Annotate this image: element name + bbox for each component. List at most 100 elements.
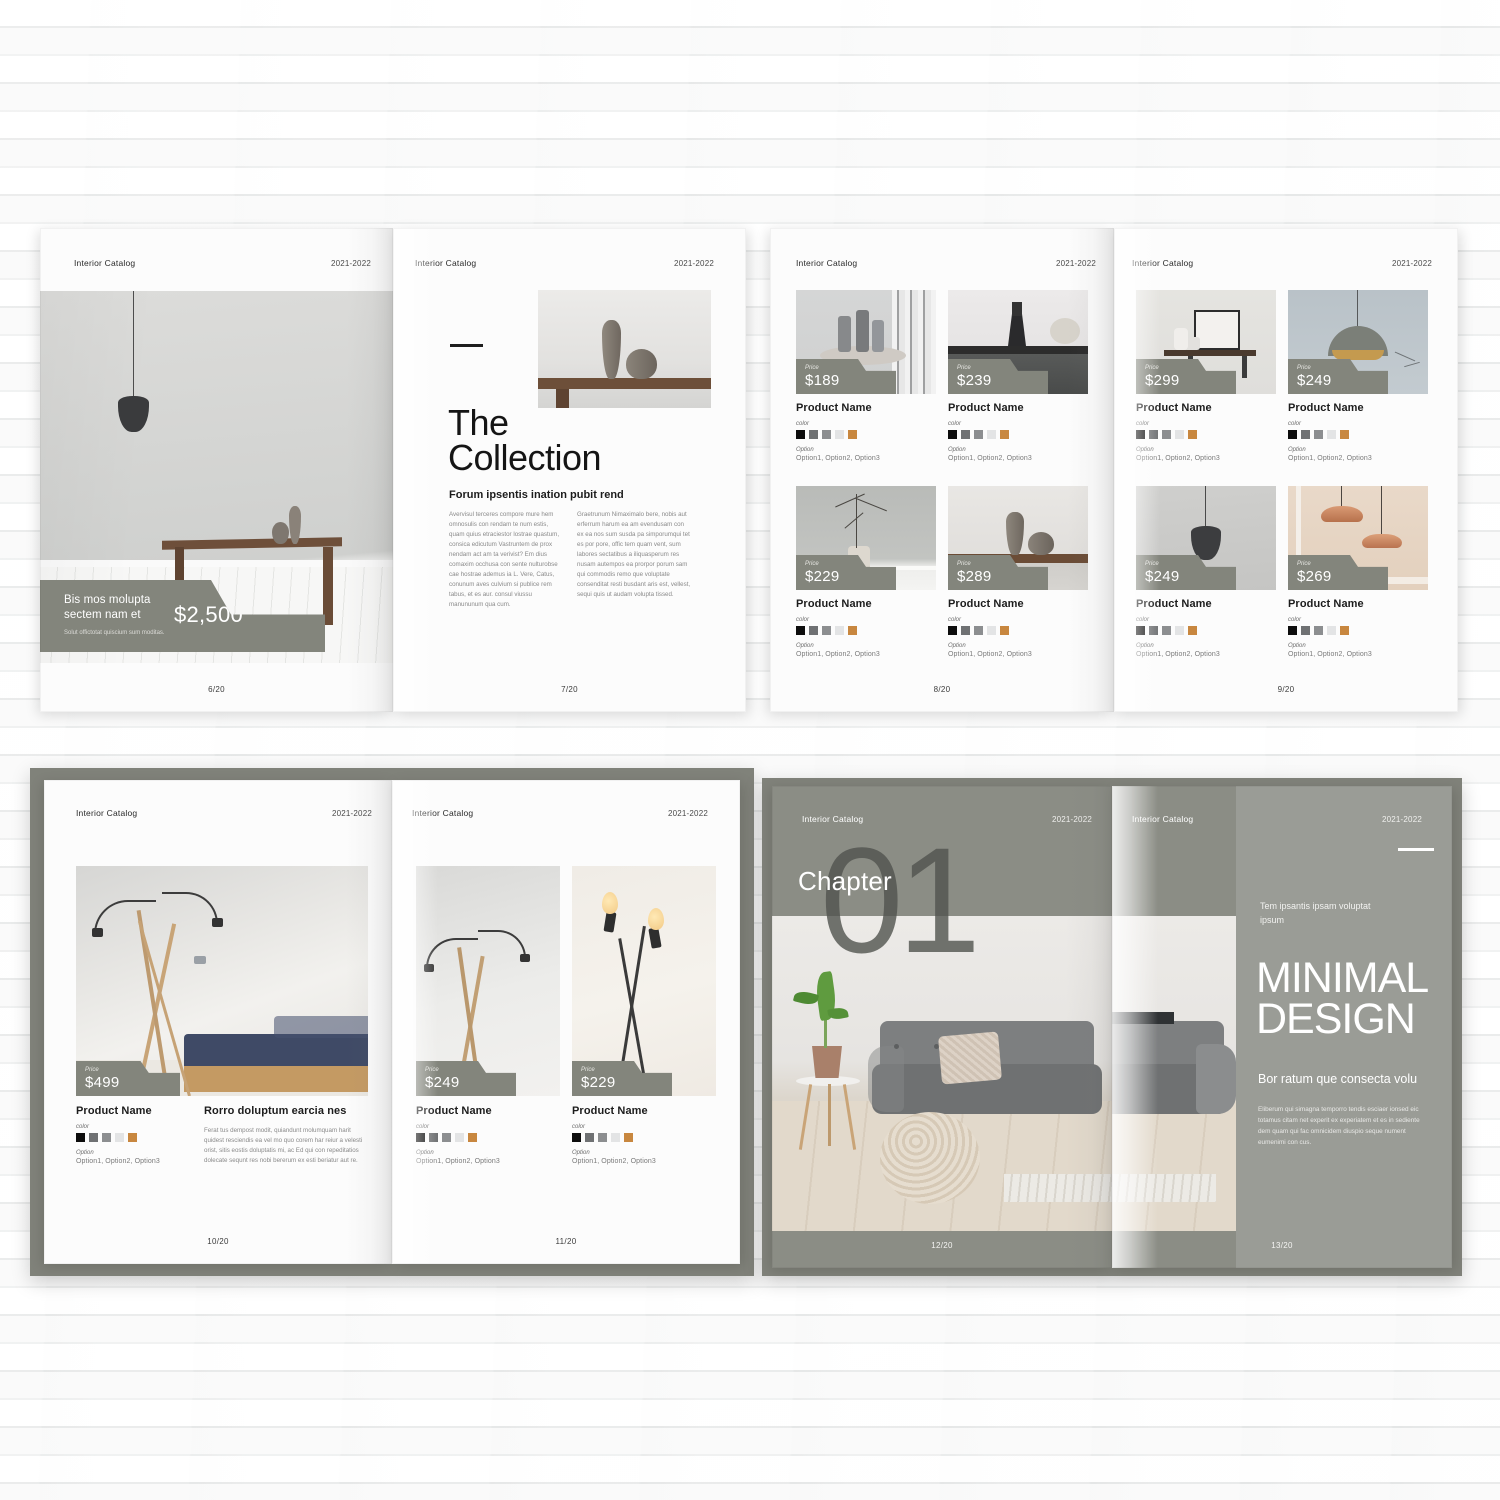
swatch-dark-gray[interactable]	[1301, 430, 1310, 439]
swatch-black[interactable]	[572, 1133, 581, 1142]
page-header: Interior Catalog 2021-2022	[796, 258, 1096, 268]
header-brand: Interior Catalog	[76, 808, 138, 818]
article-heading: Rorro doluptum earcia nes	[204, 1105, 347, 1117]
page-folio: 9/20	[1277, 685, 1295, 694]
swatch-black[interactable]	[796, 626, 805, 635]
swatch-dark-gray[interactable]	[809, 626, 818, 635]
hero-title: Bis mos molupta sectem nam et	[64, 594, 151, 622]
color-swatches[interactable]	[1288, 626, 1428, 635]
page-header: Interior Catalog 2021-2022	[1132, 258, 1432, 268]
swatch-orange[interactable]	[1000, 430, 1009, 439]
swatch-black[interactable]	[948, 626, 957, 635]
swatch-dark-gray[interactable]	[429, 1133, 438, 1142]
color-label: color	[1288, 617, 1302, 623]
swatch-gray[interactable]	[102, 1133, 111, 1142]
page-11: Interior Catalog 2021-2022 Price $249 Pr…	[392, 780, 740, 1264]
swatch-black[interactable]	[948, 430, 957, 439]
header-year: 2021-2022	[330, 259, 371, 268]
swatch-gray[interactable]	[442, 1133, 451, 1142]
swatch-orange[interactable]	[848, 430, 857, 439]
swatch-light-gray[interactable]	[1175, 626, 1184, 635]
color-swatches[interactable]	[76, 1133, 201, 1142]
swatch-dark-gray[interactable]	[89, 1133, 98, 1142]
swatch-orange[interactable]	[1188, 626, 1197, 635]
swatch-light-gray[interactable]	[835, 430, 844, 439]
color-swatches[interactable]	[1136, 626, 1276, 635]
swatch-black[interactable]	[1136, 626, 1145, 635]
chapter-kicker: Tem ipsantis ipsam voluptat ipsum	[1260, 901, 1371, 925]
page-header: Interior Catalog 2021-2022	[415, 258, 714, 268]
product-info-4: Product Name color Option Option1, Optio…	[948, 598, 1088, 658]
swatch-gray[interactable]	[1162, 626, 1171, 635]
swatch-dark-gray[interactable]	[1301, 626, 1310, 635]
option-label: Option	[1288, 643, 1306, 649]
swatch-gray[interactable]	[598, 1133, 607, 1142]
swatch-orange[interactable]	[468, 1133, 477, 1142]
spread-8-9: Interior Catalog 2021-2022 Price $189 Pr…	[770, 228, 1458, 712]
swatch-black[interactable]	[1288, 430, 1297, 439]
price-value: $249	[1145, 568, 1180, 585]
product-info-tall-2: Product Name color Option Option1, Optio…	[572, 1105, 716, 1165]
swatch-gray[interactable]	[1162, 430, 1171, 439]
swatch-orange[interactable]	[1340, 626, 1349, 635]
swatch-gray[interactable]	[1314, 626, 1323, 635]
swatch-light-gray[interactable]	[1175, 430, 1184, 439]
vase-photo	[538, 290, 711, 408]
gutter-shading	[393, 228, 439, 712]
color-swatches[interactable]	[948, 626, 1088, 635]
page-9: Interior Catalog 2021-2022 Price $299 Pr…	[1114, 228, 1458, 712]
swatch-gray[interactable]	[822, 430, 831, 439]
swatch-orange[interactable]	[848, 626, 857, 635]
swatch-dark-gray[interactable]	[961, 626, 970, 635]
swatch-light-gray[interactable]	[455, 1133, 464, 1142]
color-swatches[interactable]	[572, 1133, 716, 1142]
swatch-orange[interactable]	[624, 1133, 633, 1142]
swatch-dark-gray[interactable]	[1149, 626, 1158, 635]
color-swatches[interactable]	[1136, 430, 1276, 439]
chapter-title-line-1: MINIMAL	[1256, 954, 1429, 1002]
swatch-black[interactable]	[796, 430, 805, 439]
swatch-light-gray[interactable]	[611, 1133, 620, 1142]
swatch-orange[interactable]	[1188, 430, 1197, 439]
swatch-light-gray[interactable]	[1327, 626, 1336, 635]
swatch-dark-gray[interactable]	[585, 1133, 594, 1142]
color-label: color	[948, 617, 962, 623]
color-swatches[interactable]	[416, 1133, 560, 1142]
swatch-light-gray[interactable]	[115, 1133, 124, 1142]
spread-12-13: Interior Catalog 2021-2022 01 Chapter 12…	[772, 786, 1452, 1268]
swatch-dark-gray[interactable]	[809, 430, 818, 439]
page-folio: 8/20	[933, 685, 951, 694]
page-12: Interior Catalog 2021-2022 01 Chapter 12…	[772, 786, 1112, 1268]
swatch-dark-gray[interactable]	[1149, 430, 1158, 439]
product-name: Product Name	[572, 1105, 648, 1117]
product-name: Product Name	[1136, 598, 1212, 610]
color-swatches[interactable]	[796, 430, 936, 439]
swatch-orange[interactable]	[1340, 430, 1349, 439]
swatch-orange[interactable]	[1000, 626, 1009, 635]
option-label: Option	[796, 643, 814, 649]
swatch-light-gray[interactable]	[987, 626, 996, 635]
page-6: Interior Catalog 2021-2022 Bis mos molup…	[40, 228, 393, 712]
swatch-orange[interactable]	[128, 1133, 137, 1142]
body-column-1: Avervisul terceres compore mure hem omno…	[449, 511, 560, 609]
feature-product-info: Product Name color Option Option1, Optio…	[76, 1105, 201, 1165]
swatch-black[interactable]	[76, 1133, 85, 1142]
swatch-gray[interactable]	[1314, 430, 1323, 439]
swatch-black[interactable]	[1136, 430, 1145, 439]
swatch-gray[interactable]	[822, 626, 831, 635]
swatch-black[interactable]	[416, 1133, 425, 1142]
color-swatches[interactable]	[1288, 430, 1428, 439]
swatch-dark-gray[interactable]	[961, 430, 970, 439]
color-swatches[interactable]	[796, 626, 936, 635]
header-brand: Interior Catalog	[412, 808, 474, 818]
color-label: color	[948, 421, 962, 427]
swatch-light-gray[interactable]	[1327, 430, 1336, 439]
swatch-gray[interactable]	[974, 626, 983, 635]
product-info-7: Product Name color Option Option1, Optio…	[1136, 598, 1276, 658]
swatch-light-gray[interactable]	[987, 430, 996, 439]
option-label: Option	[76, 1150, 94, 1156]
swatch-black[interactable]	[1288, 626, 1297, 635]
swatch-light-gray[interactable]	[835, 626, 844, 635]
swatch-gray[interactable]	[974, 430, 983, 439]
color-swatches[interactable]	[948, 430, 1088, 439]
